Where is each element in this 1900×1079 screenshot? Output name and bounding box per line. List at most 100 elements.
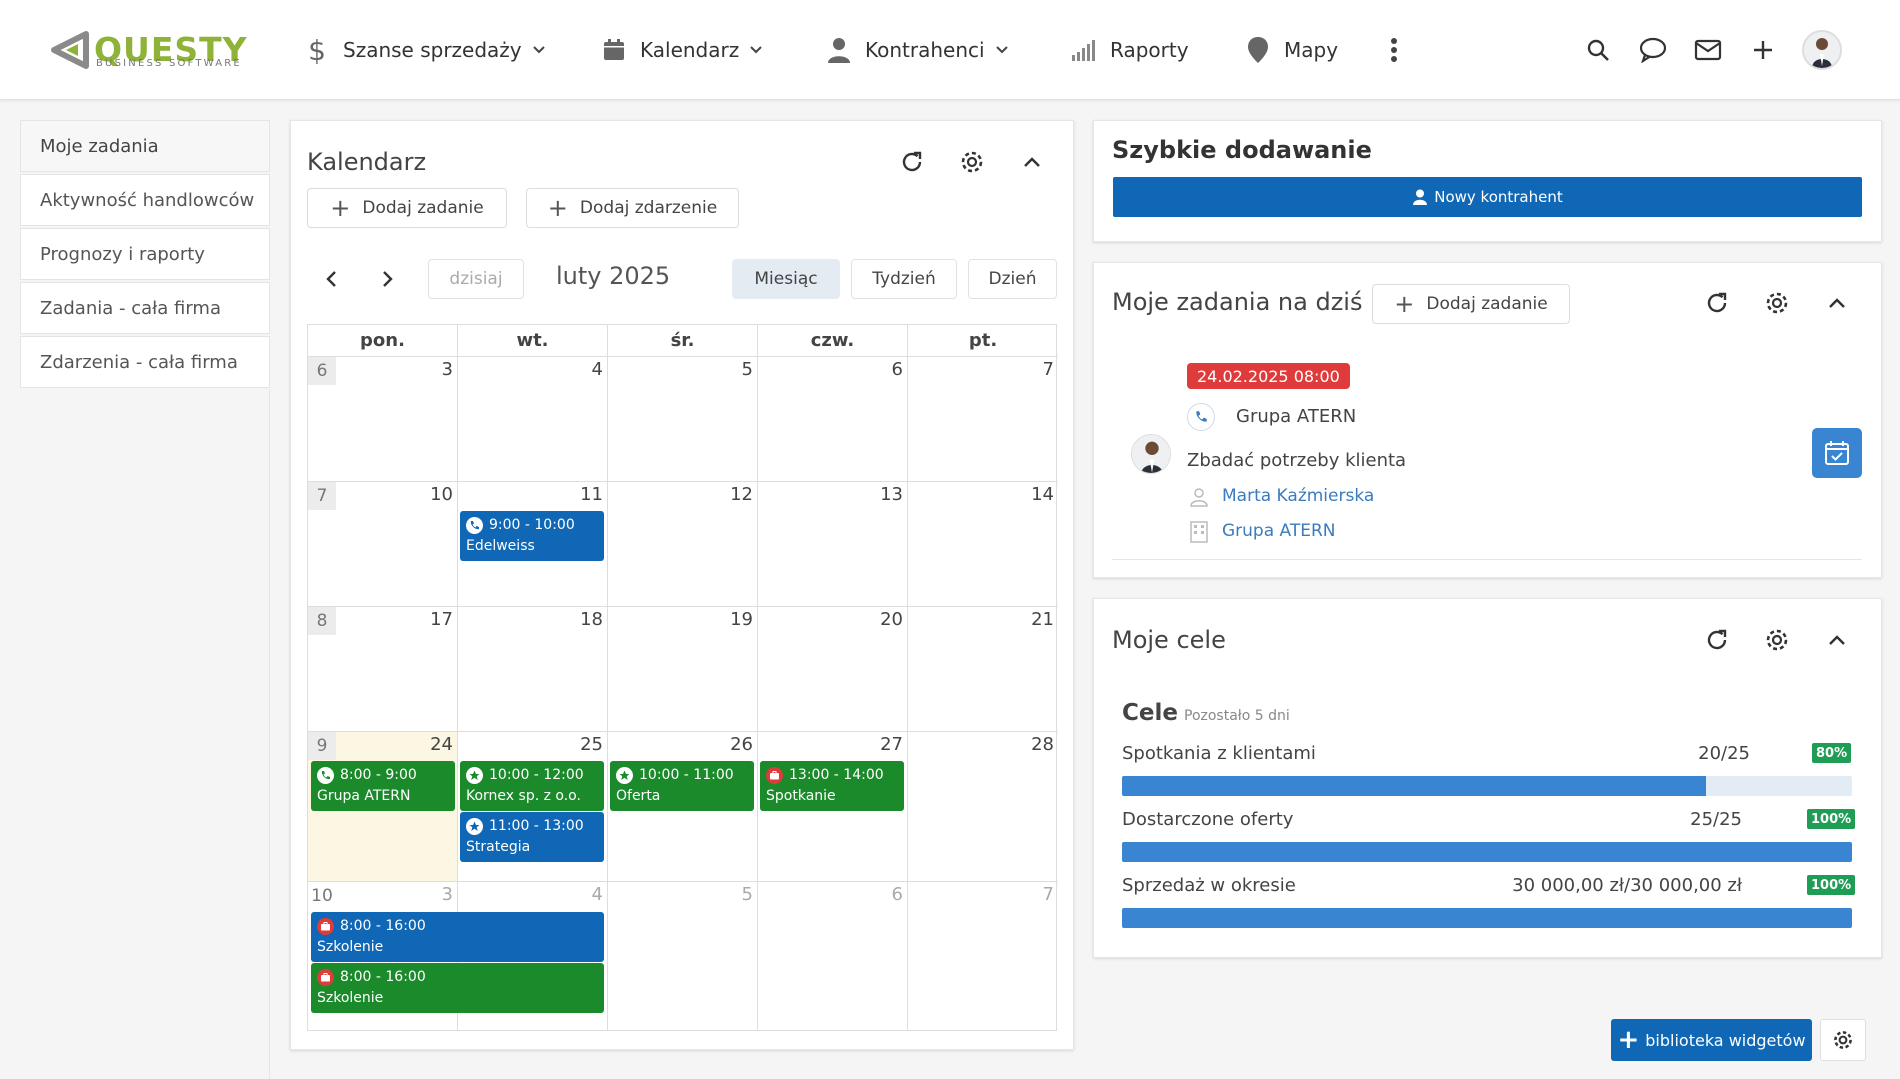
day-cell[interactable]: 14 — [908, 482, 1058, 607]
day-cell[interactable]: 5 — [608, 882, 758, 1030]
day-number: 19 — [730, 609, 753, 630]
add-task-button[interactable]: + Dodaj zadanie — [307, 188, 507, 228]
day-cell[interactable]: 4 — [458, 357, 608, 482]
refresh-icon[interactable] — [1701, 624, 1733, 656]
calendar-event[interactable]: 10:00 - 11:00 Oferta — [610, 761, 754, 811]
day-number: 28 — [1031, 734, 1054, 755]
settings-gear-icon[interactable] — [1761, 287, 1793, 319]
day-cell[interactable]: 6 — [758, 882, 908, 1030]
day-cell[interactable]: 20 — [758, 607, 908, 732]
settings-gear-icon[interactable] — [1761, 624, 1793, 656]
calendar-event[interactable]: 9:00 - 10:00 Edelweiss — [460, 511, 604, 561]
day-number: 7 — [1042, 359, 1054, 380]
add-event-button[interactable]: + Dodaj zdarzenie — [526, 188, 739, 228]
map-pin-icon — [1244, 36, 1272, 64]
sidebar-item-forecasts-reports[interactable]: Prognozy i raporty — [20, 228, 270, 280]
view-month-button[interactable]: Miesiąc — [732, 259, 840, 299]
day-number: 4 — [591, 359, 603, 380]
day-cell[interactable]: 7 10 — [308, 482, 458, 607]
phone-icon — [1187, 403, 1215, 431]
today-button[interactable]: dzisiaj — [428, 259, 524, 299]
chat-icon[interactable] — [1637, 34, 1669, 66]
nav-label: Kalendarz — [640, 38, 740, 62]
dashboard-settings-gear-icon[interactable] — [1820, 1019, 1866, 1061]
goal-progress-bar — [1122, 776, 1852, 796]
sidebar-item-sales-activity[interactable]: Aktywność handlowców — [20, 174, 270, 226]
widget-library-label: biblioteka widgetów — [1645, 1030, 1806, 1050]
day-number: 13 — [880, 484, 903, 505]
task-person-link[interactable]: Marta Kaźmierska — [1222, 486, 1374, 506]
sidebar-item-my-tasks[interactable]: Moje zadania — [20, 120, 270, 172]
day-number: 14 — [1031, 484, 1054, 505]
week-number: 6 — [308, 357, 336, 385]
day-cell[interactable]: 19 — [608, 607, 758, 732]
refresh-icon[interactable] — [1701, 287, 1733, 319]
refresh-icon[interactable] — [896, 146, 928, 178]
user-avatar[interactable] — [1802, 30, 1842, 70]
nav-calendar[interactable]: Kalendarz — [600, 30, 763, 70]
sidebar-item-label: Aktywność handlowców — [40, 189, 255, 211]
settings-gear-icon[interactable] — [956, 146, 988, 178]
questy-logo[interactable]: QUESTY BUSINESS SOFTWARE — [48, 28, 263, 74]
collapse-chevron-up-icon[interactable] — [1016, 146, 1048, 178]
mail-icon[interactable] — [1692, 34, 1724, 66]
day-cell[interactable]: 13 — [758, 482, 908, 607]
calendar-event[interactable]: 8:00 - 16:00 Szkolenie — [311, 963, 604, 1013]
calendar-check-icon[interactable] — [1812, 428, 1862, 478]
day-number: 10 — [430, 484, 453, 505]
next-month-chevron-right-icon[interactable] — [374, 259, 402, 299]
nav-maps[interactable]: Mapy — [1244, 30, 1338, 70]
day-cell[interactable]: 18 — [458, 607, 608, 732]
view-day-button[interactable]: Dzień — [968, 259, 1057, 299]
day-number: 3 — [441, 359, 453, 380]
add-task-button[interactable]: + Dodaj zadanie — [1372, 284, 1570, 324]
prev-month-chevron-left-icon[interactable] — [317, 259, 345, 299]
task-company: Grupa ATERN — [1236, 406, 1357, 427]
day-cell[interactable]: 6 — [758, 357, 908, 482]
widget-library-button[interactable]: + biblioteka widgetów — [1611, 1019, 1812, 1061]
calendar-event[interactable]: 8:00 - 16:00 Szkolenie — [311, 912, 604, 962]
new-contractor-button[interactable]: Nowy kontrahent — [1113, 177, 1862, 217]
briefcase-icon — [317, 918, 334, 935]
more-options-icon[interactable] — [1378, 34, 1410, 66]
day-cell[interactable]: 5 — [608, 357, 758, 482]
sidebar: Moje zadania Aktywność handlowców Progno… — [20, 120, 270, 390]
day-cell[interactable]: 63 — [308, 357, 458, 482]
event-name: Strategia — [466, 839, 531, 855]
calendar-event[interactable]: 10:00 - 12:00 Kornex sp. z o.o. — [460, 761, 604, 811]
plus-icon: + — [330, 194, 351, 222]
collapse-chevron-up-icon[interactable] — [1821, 287, 1853, 319]
search-icon[interactable] — [1582, 34, 1614, 66]
day-cell[interactable]: 12 — [608, 482, 758, 607]
day-cell[interactable]: 21 — [908, 607, 1058, 732]
current-month-label: luty 2025 — [556, 262, 671, 290]
calendar-event[interactable]: 11:00 - 13:00 Strategia — [460, 812, 604, 862]
day-cell[interactable]: 7 — [908, 882, 1058, 1030]
day-cell[interactable]: 28 — [908, 732, 1058, 882]
collapse-chevron-up-icon[interactable] — [1821, 624, 1853, 656]
sidebar-item-label: Zdarzenia - cała firma — [40, 351, 238, 373]
task-company-link[interactable]: Grupa ATERN — [1222, 521, 1336, 541]
task-description[interactable]: Zbadać potrzeby klienta — [1187, 450, 1406, 471]
star-icon — [616, 767, 633, 784]
event-time: 8:00 - 16:00 — [340, 969, 426, 985]
add-icon[interactable] — [1747, 34, 1779, 66]
day-cell[interactable]: 8 17 — [308, 607, 458, 732]
calendar-event[interactable]: 13:00 - 14:00 Spotkanie — [760, 761, 904, 811]
nav-sales-opportunities[interactable]: $ Szanse sprzedaży — [303, 30, 546, 70]
calendar-event[interactable]: 8:00 - 9:00 Grupa ATERN — [311, 761, 455, 811]
sidebar-item-company-tasks[interactable]: Zadania - cała firma — [20, 282, 270, 334]
nav-contractors[interactable]: Kontrahenci — [825, 30, 1009, 70]
sidebar-item-company-events[interactable]: Zdarzenia - cała firma — [20, 336, 270, 388]
new-contractor-label: Nowy kontrahent — [1434, 188, 1563, 206]
goal-value: 20/25 — [1698, 743, 1750, 764]
sidebar-item-label: Zadania - cała firma — [40, 297, 221, 319]
nav-reports[interactable]: Raporty — [1070, 30, 1189, 70]
task-owner-avatar — [1131, 434, 1171, 474]
event-time: 8:00 - 9:00 — [340, 767, 417, 783]
calendar-month-grid: pon. wt. śr. czw. pt. 63 4 5 6 7 7 10 11 … — [307, 324, 1058, 1031]
briefcase-icon — [317, 969, 334, 986]
week-number: 7 — [308, 482, 336, 510]
view-week-button[interactable]: Tydzień — [851, 259, 957, 299]
day-cell[interactable]: 7 — [908, 357, 1058, 482]
